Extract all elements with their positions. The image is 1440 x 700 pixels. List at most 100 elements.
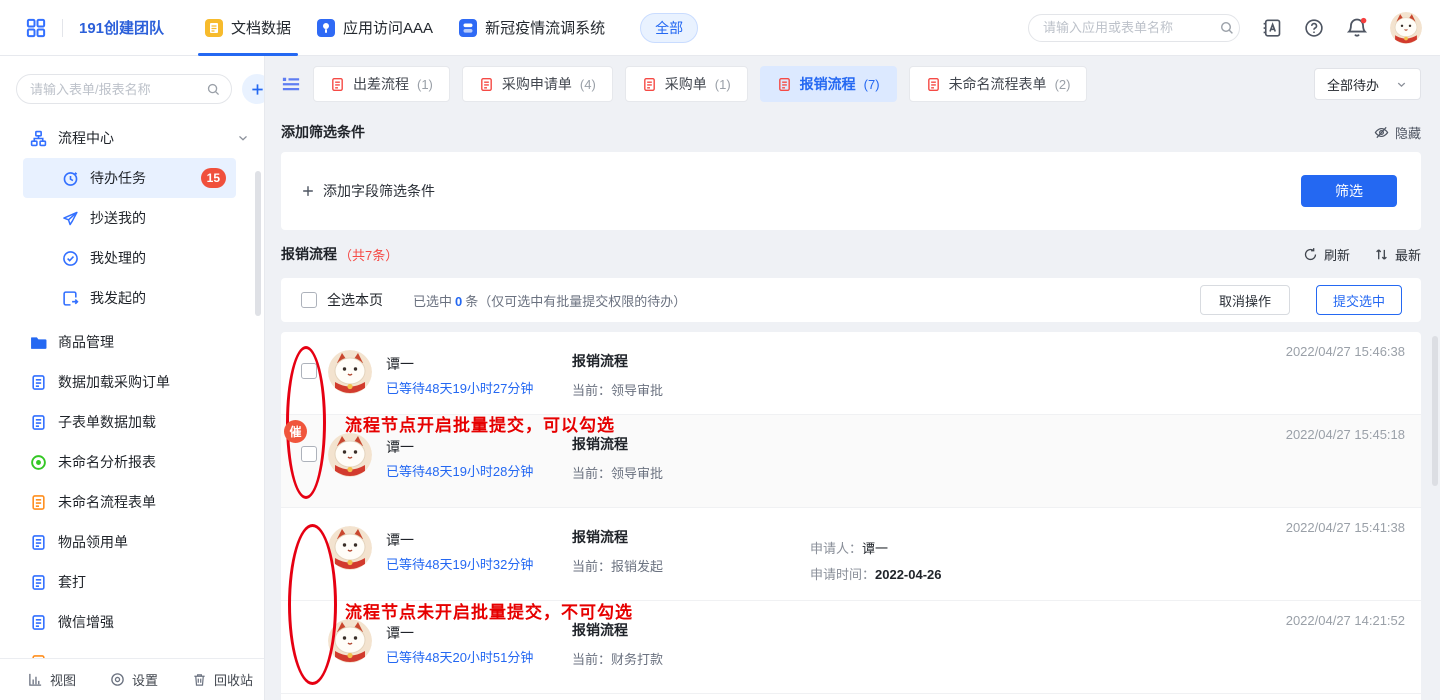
app-tab-label: 应用访问AAA (343, 17, 433, 38)
document-send-icon (62, 290, 79, 307)
sidebar-item-handled-by-me[interactable]: 我处理的 (23, 238, 236, 278)
user-avatar[interactable] (1390, 12, 1422, 44)
filter-title: 添加筛选条件 (281, 122, 365, 142)
waiting-duration: 已等待48天19小时27分钟 (386, 378, 533, 397)
cancel-operation-button[interactable]: 取消操作 (1200, 285, 1290, 315)
sidebar-item-item-requisition[interactable]: 物品领用单 (0, 522, 264, 562)
global-search-input[interactable] (1043, 20, 1219, 35)
sidebar-item-cc-to-me[interactable]: 抄送我的 (23, 198, 236, 238)
paper-plane-icon (62, 210, 79, 227)
task-row[interactable]: 谭一 已等待48天19小时28分钟 报销流程 当前：领导审批 2022/04/2… (281, 415, 1421, 508)
recycle-label: 回收站 (214, 670, 253, 689)
selected-prefix: 已选中 (413, 294, 452, 309)
todo-count-badge: 15 (201, 168, 226, 188)
app-tabs: 文档数据 应用访问AAA 新冠疫情流调系统 (192, 0, 618, 56)
sidebar-search-input[interactable] (30, 82, 206, 97)
tab-business-trip[interactable]: 出差流程 (1) (313, 66, 450, 102)
active-tab-underline (198, 53, 298, 56)
sidebar-item-label: 待办任务 (90, 168, 146, 188)
eye-off-icon (1374, 125, 1389, 140)
sidebar-item-product-mgmt[interactable]: 商品管理 (0, 322, 264, 362)
notification-bell-icon[interactable] (1346, 17, 1368, 39)
task-checkbox[interactable] (301, 363, 317, 379)
list-count: （共7条） (339, 245, 398, 264)
sort-latest-button[interactable]: 最新 (1374, 245, 1421, 264)
tab-count: (7) (864, 77, 880, 92)
main-content: 出差流程 (1) 采购申请单 (4) 采购单 (1) 报销流程 (7) (265, 56, 1440, 700)
divider (62, 19, 63, 37)
settings-button[interactable]: 设置 (110, 670, 158, 689)
list-title: 报销流程 (281, 244, 337, 264)
address-book-icon[interactable] (1262, 18, 1282, 38)
add-filter-field-button[interactable]: 添加字段筛选条件 (301, 181, 435, 201)
todo-filter-select[interactable]: 全部待办 (1314, 68, 1421, 100)
sidebar-item-print-template[interactable]: 套打 (0, 562, 264, 602)
page-scrollbar[interactable] (1432, 336, 1438, 486)
tab-unnamed-flow-form[interactable]: 未命名流程表单 (2) (909, 66, 1088, 102)
plus-icon (301, 184, 315, 198)
list-collapse-icon[interactable] (281, 74, 301, 94)
task-checkbox[interactable] (301, 446, 317, 462)
sidebar-group-process-center[interactable]: 流程中心 (0, 118, 264, 158)
submit-selected-button[interactable]: 提交选中 (1316, 285, 1402, 315)
grid-menu-icon[interactable] (26, 18, 46, 38)
all-apps-pill[interactable]: 全部 (640, 13, 698, 43)
app-tab-covid[interactable]: 新冠疫情流调系统 (446, 0, 618, 56)
sidebar-item-label: 抄送我的 (90, 208, 146, 228)
search-icon (206, 82, 221, 97)
tab-reimbursement[interactable]: 报销流程 (7) (760, 66, 897, 102)
task-title: 报销流程 (572, 527, 628, 547)
add-form-button[interactable] (242, 74, 265, 104)
sidebar-item-data-load-order[interactable]: 数据加载采购订单 (0, 362, 264, 402)
tab-label: 出差流程 (353, 74, 409, 94)
search-icon (1219, 20, 1235, 36)
task-row[interactable]: 谭一 已等待48天20小时51分钟 报销流程 当前：财务打款 2022/04/2… (281, 601, 1421, 694)
tab-count: (2) (1055, 77, 1071, 92)
sidebar-item-subform-data-load[interactable]: 子表单数据加载 (0, 402, 264, 442)
workspace-name[interactable]: 191创建团队 (79, 17, 164, 38)
waiting-duration: 已等待48天19小时32分钟 (386, 554, 533, 573)
hide-filters-link[interactable]: 隐藏 (1374, 123, 1421, 142)
global-search[interactable] (1028, 14, 1240, 42)
sidebar-item-unnamed-report[interactable]: 未命名分析报表 (0, 442, 264, 482)
sidebar-menu: 流程中心 待办任务 15 (0, 118, 264, 682)
select-all-checkbox[interactable] (301, 292, 317, 308)
tab-label: 未命名流程表单 (949, 74, 1047, 94)
sidebar-item-unnamed-flow-form[interactable]: 未命名流程表单 (0, 482, 264, 522)
refresh-label: 刷新 (1324, 245, 1350, 264)
sidebar-search[interactable] (16, 74, 232, 104)
avatar (328, 619, 372, 663)
app-tab-docs[interactable]: 文档数据 (192, 0, 304, 56)
sidebar-item-label: 未命名流程表单 (58, 492, 156, 512)
task-row[interactable]: 谭一 已等待48天19小时32分钟 报销流程 当前：报销发起 申请人：谭一 申请… (281, 508, 1421, 601)
help-icon[interactable] (1304, 18, 1324, 38)
sidebar-item-label: 套打 (58, 572, 86, 592)
sidebar-item-label: 我发起的 (90, 288, 146, 308)
sidebar-item-started-by-me[interactable]: 我发起的 (23, 278, 236, 318)
task-timestamp: 2022/04/27 15:41:38 (1286, 520, 1405, 535)
document-icon (30, 534, 47, 551)
apply-filter-button[interactable]: 筛选 (1301, 175, 1397, 207)
sidebar-item-todo-tasks[interactable]: 待办任务 15 (23, 158, 236, 198)
app-tab-access[interactable]: 应用访问AAA (304, 0, 446, 56)
clock-icon (62, 170, 79, 187)
views-button[interactable]: 视图 (28, 670, 76, 689)
sidebar-item-label: 未命名分析报表 (58, 452, 156, 472)
sidebar-item-wechat-enhance[interactable]: 微信增强 (0, 602, 264, 642)
refresh-button[interactable]: 刷新 (1303, 245, 1350, 264)
tab-purchase-order[interactable]: 采购单 (1) (625, 66, 748, 102)
avatar (328, 433, 372, 477)
document-icon (30, 614, 47, 631)
batch-action-bar: 全选本页 已选中0条（仅可选中有批量提交权限的待办） 取消操作 提交选中 (281, 278, 1421, 322)
document-icon (30, 414, 47, 431)
gear-icon (110, 672, 125, 687)
task-row[interactable]: 谭一 已等待48天19小时27分钟 报销流程 当前：领导审批 2022/04/2… (281, 332, 1421, 415)
applicant-label: 申请人： (810, 541, 862, 556)
tab-purchase-request[interactable]: 采购申请单 (4) (462, 66, 613, 102)
sort-label: 最新 (1395, 245, 1421, 264)
assignee-name: 谭一 (386, 354, 414, 374)
app-icon-covid (459, 19, 477, 37)
document-icon (330, 77, 345, 92)
sidebar-scrollbar[interactable] (255, 171, 261, 316)
recycle-bin-button[interactable]: 回收站 (192, 670, 253, 689)
